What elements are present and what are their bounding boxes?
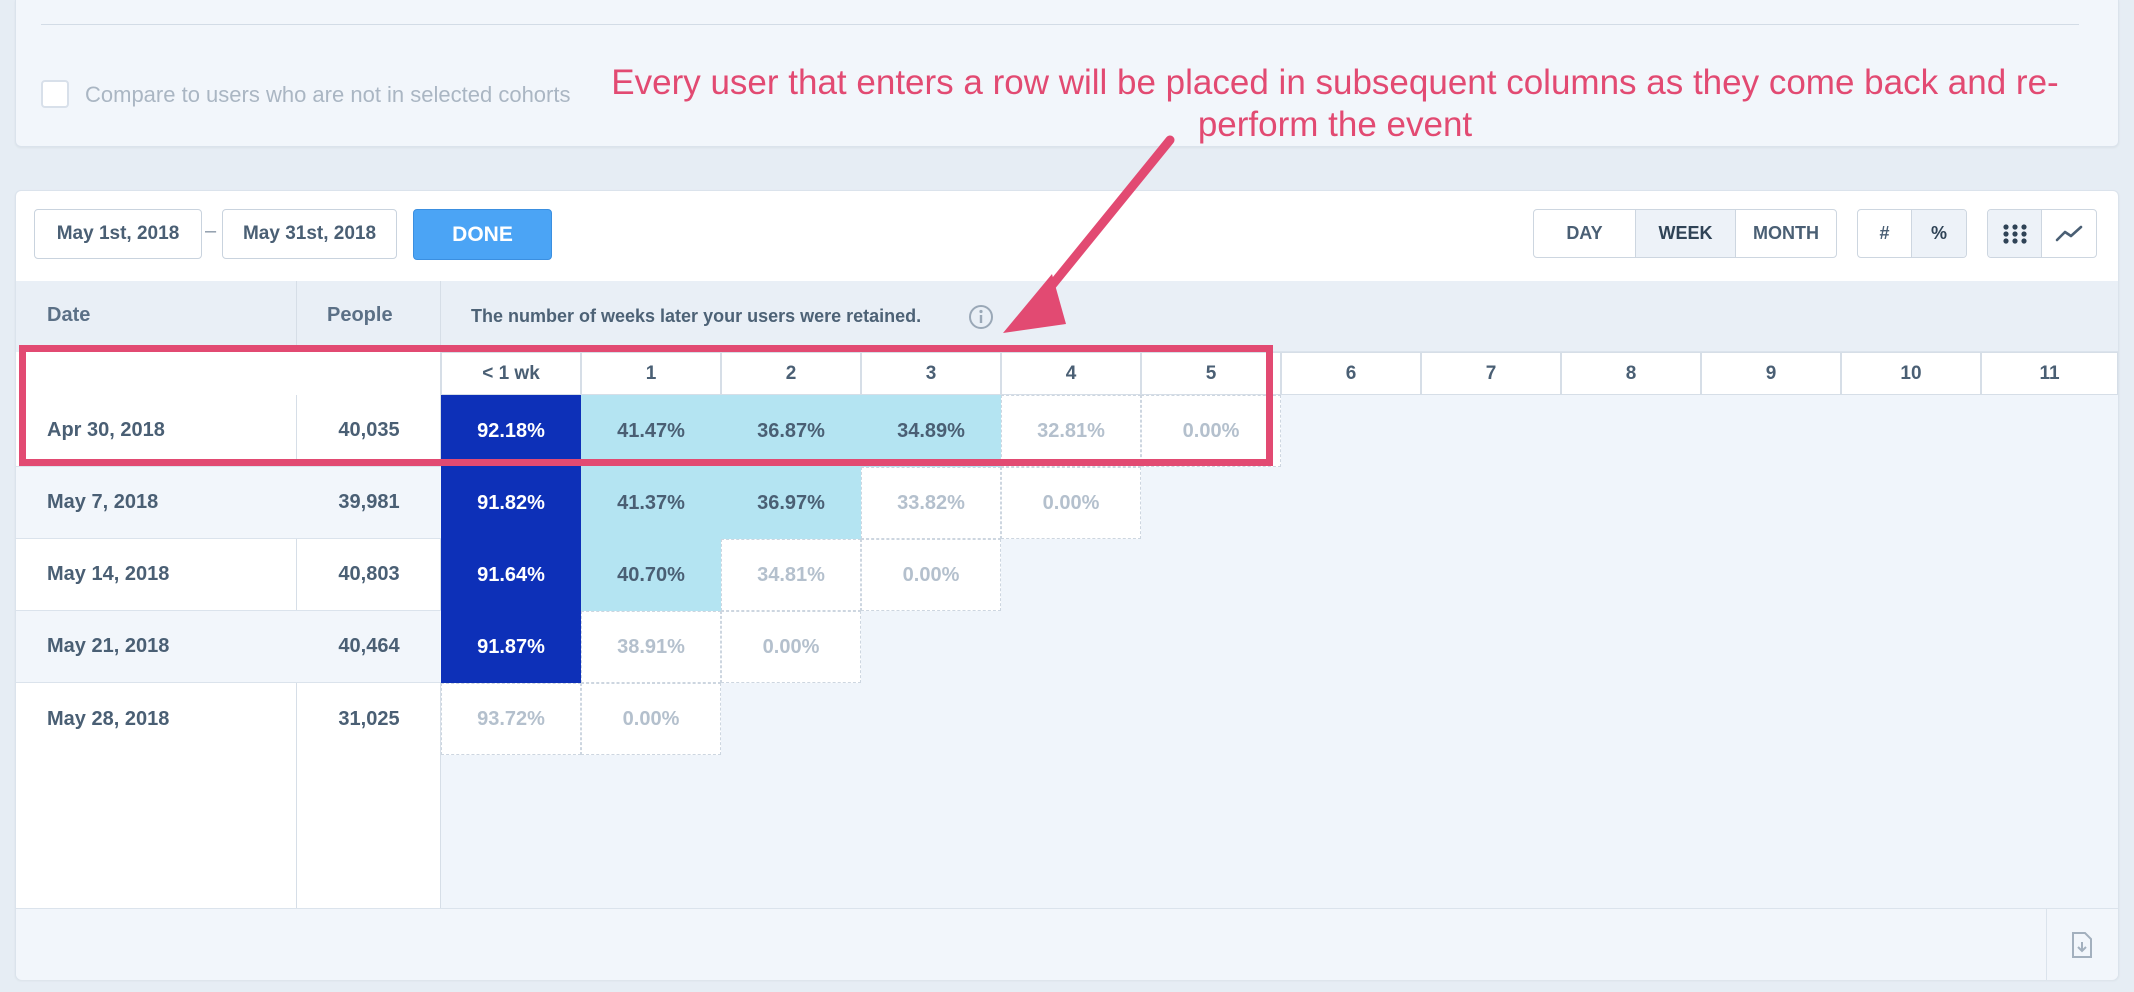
column-header: 8 bbox=[1561, 352, 1701, 395]
retention-cell[interactable]: 40.70% bbox=[581, 539, 721, 611]
row-people-count: 40,464 bbox=[297, 611, 441, 683]
export-csv-icon[interactable] bbox=[2070, 932, 2094, 958]
interval-week-button[interactable]: WEEK bbox=[1636, 210, 1736, 257]
metric-count-button[interactable]: # bbox=[1858, 210, 1912, 257]
retention-cell[interactable]: 34.81% bbox=[721, 539, 861, 611]
row-date: May 28, 2018 bbox=[47, 707, 170, 730]
info-icon[interactable] bbox=[968, 304, 994, 330]
view-toggle bbox=[1987, 209, 2097, 258]
retention-cell[interactable]: 36.97% bbox=[721, 467, 861, 539]
line-chart-icon bbox=[2055, 225, 2083, 241]
retention-cell[interactable]: 33.82% bbox=[861, 467, 1001, 539]
compare-checkbox[interactable] bbox=[41, 80, 69, 108]
date-header[interactable]: Date bbox=[47, 304, 90, 327]
column-header: 10 bbox=[1841, 352, 1981, 395]
grid-view-button[interactable] bbox=[1988, 210, 2042, 257]
annotation-highlight-box bbox=[19, 345, 1273, 466]
footer-divider bbox=[2046, 908, 2047, 980]
table-footer bbox=[16, 908, 2118, 980]
retention-cell[interactable]: 0.00% bbox=[721, 611, 861, 683]
people-header[interactable]: People bbox=[327, 304, 393, 327]
retention-cell[interactable]: 91.82% bbox=[441, 467, 581, 539]
column-header: 9 bbox=[1701, 352, 1841, 395]
compare-checkbox-label[interactable]: Compare to users who are not in selected… bbox=[85, 82, 570, 108]
row-people-count: 31,025 bbox=[338, 707, 400, 730]
end-date-field[interactable]: May 31st, 2018 bbox=[222, 209, 397, 259]
row-people-count: 40,803 bbox=[297, 539, 441, 611]
retention-cell[interactable]: 0.00% bbox=[581, 683, 721, 755]
retention-cell[interactable]: 91.64% bbox=[441, 539, 581, 611]
column-header: 7 bbox=[1421, 352, 1561, 395]
retention-cell[interactable]: 41.37% bbox=[581, 467, 721, 539]
interval-month-button[interactable]: MONTH bbox=[1736, 210, 1836, 257]
row-date: May 21, 2018 bbox=[16, 611, 297, 683]
retention-cell[interactable]: 0.00% bbox=[1001, 467, 1141, 539]
retention-cell[interactable]: 91.87% bbox=[441, 611, 581, 683]
grid-icon bbox=[2002, 223, 2027, 244]
date-separator: – bbox=[205, 220, 217, 242]
retention-note: The number of weeks later your users wer… bbox=[471, 306, 922, 326]
annotation-text: Every user that enters a row will be pla… bbox=[611, 63, 2059, 144]
retention-cell[interactable]: 38.91% bbox=[581, 611, 721, 683]
row-date: May 14, 2018 bbox=[16, 539, 297, 611]
retention-cell[interactable]: 0.00% bbox=[861, 539, 1001, 611]
row-people-count: 39,981 bbox=[297, 467, 441, 539]
row-date: May 7, 2018 bbox=[16, 467, 297, 539]
interval-day-button[interactable]: DAY bbox=[1534, 210, 1636, 257]
column-header: 6 bbox=[1281, 352, 1421, 395]
done-button[interactable]: DONE bbox=[413, 209, 552, 260]
metric-toggle: # % bbox=[1857, 209, 1967, 258]
line-view-button[interactable] bbox=[2042, 210, 2096, 257]
metric-percent-button[interactable]: % bbox=[1912, 210, 1966, 257]
divider bbox=[41, 24, 2079, 25]
interval-toggle: DAY WEEK MONTH bbox=[1533, 209, 1837, 258]
start-date-field[interactable]: May 1st, 2018 bbox=[34, 209, 202, 259]
retention-cell[interactable]: 93.72% bbox=[441, 683, 581, 755]
column-header: 11 bbox=[1981, 352, 2118, 395]
